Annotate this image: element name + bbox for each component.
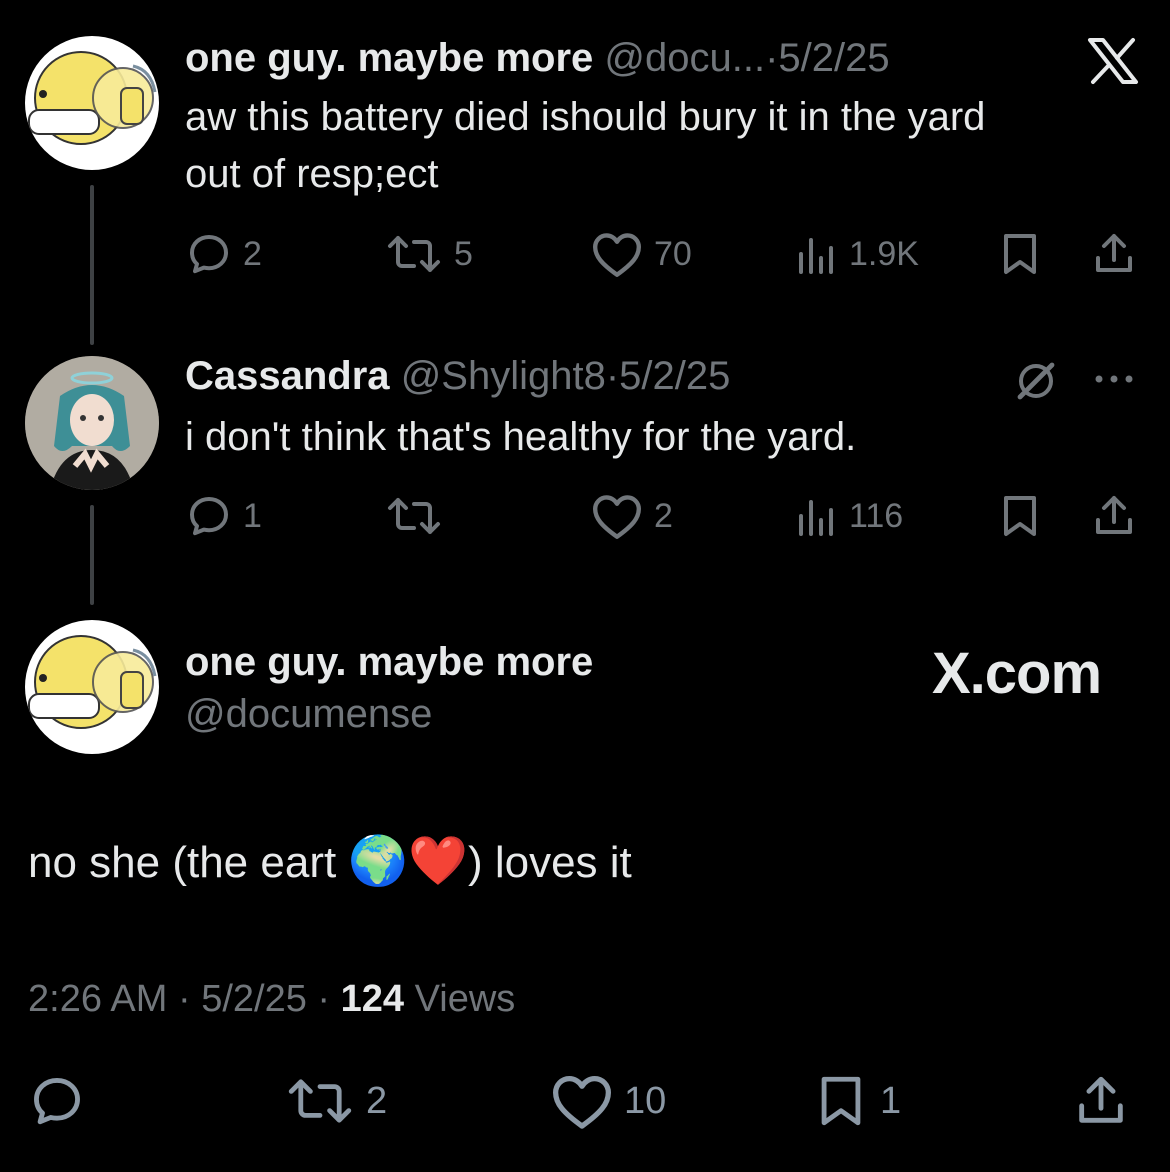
views-label: Views xyxy=(414,978,516,1020)
repost-button[interactable]: 5 xyxy=(384,230,473,278)
views-icon xyxy=(799,500,833,536)
main-post-text: no she (the eart 🌍❤️) loves it xyxy=(28,834,632,891)
like-count: 10 xyxy=(624,1079,667,1122)
reply-button[interactable]: 2 xyxy=(185,230,262,278)
share-icon xyxy=(1079,1076,1123,1123)
post-meta: 2:26 AM · 5/2/25 · 124 Views xyxy=(28,978,515,1021)
like-button[interactable]: 70 xyxy=(590,230,692,278)
tweet1-header: one guy. maybe more @docu...·5/2/25 xyxy=(185,36,890,81)
thread-line-1 xyxy=(90,185,94,345)
emoji: 🌍❤️ xyxy=(348,835,468,888)
repost-count: 2 xyxy=(366,1079,388,1122)
avatar[interactable] xyxy=(25,620,159,754)
tweet-text: i don't think that's healthy for the yar… xyxy=(185,415,857,459)
bookmark-button[interactable]: 1 xyxy=(812,1072,901,1130)
handle[interactable]: @documense xyxy=(185,692,432,737)
tweet-date[interactable]: 5/2/25 xyxy=(778,36,889,80)
share-button[interactable] xyxy=(1090,492,1138,540)
views-count: 124 xyxy=(340,978,405,1020)
share-button[interactable] xyxy=(1090,230,1138,278)
post-time[interactable]: 2:26 AM xyxy=(28,978,167,1020)
heart-icon xyxy=(593,233,641,277)
post-date[interactable]: 5/2/25 xyxy=(201,978,307,1020)
display-name[interactable]: Cassandra xyxy=(185,354,390,398)
tweet2-header: Cassandra @Shylight8·5/2/25 xyxy=(185,354,730,399)
bookmark-count: 1 xyxy=(880,1079,902,1122)
bookmark-button[interactable] xyxy=(996,230,1044,278)
tweet-text-line: aw this battery died ishould bury it in … xyxy=(185,95,986,139)
share-icon xyxy=(1096,496,1132,534)
handle[interactable]: @Shylight8 xyxy=(401,354,606,398)
reply-button[interactable]: 1 xyxy=(185,492,262,540)
bookmark-icon xyxy=(821,1076,861,1126)
x-logo-icon[interactable] xyxy=(1086,37,1140,90)
more-options-icon[interactable] xyxy=(1092,372,1140,391)
avatar[interactable] xyxy=(25,36,159,170)
views-count: 1.9K xyxy=(849,234,919,273)
views-button[interactable]: 116 xyxy=(795,492,903,540)
handle[interactable]: @docu... xyxy=(604,36,765,80)
repost-button[interactable]: 2 xyxy=(284,1072,387,1130)
share-button[interactable] xyxy=(1072,1072,1130,1130)
separator-dot: · xyxy=(177,978,191,1020)
separator-dot: · xyxy=(765,36,779,80)
reply-icon xyxy=(190,235,228,274)
tweet-text: aw this battery died ishould bury it in … xyxy=(185,89,1145,203)
bookmark-button[interactable] xyxy=(996,492,1044,540)
thread-line-2 xyxy=(90,505,94,605)
like-count: 2 xyxy=(654,496,673,535)
share-icon xyxy=(1096,234,1132,272)
reply-count: 2 xyxy=(243,234,262,273)
display-name[interactable]: one guy. maybe more xyxy=(185,36,593,80)
repost-icon xyxy=(388,498,440,534)
post-text: no she (the eart xyxy=(28,838,349,887)
reply-button[interactable] xyxy=(28,1072,86,1130)
reply-icon xyxy=(190,497,228,536)
avatar[interactable] xyxy=(25,356,159,490)
display-name[interactable]: one guy. maybe more xyxy=(185,640,593,685)
separator-dot: · xyxy=(317,978,331,1020)
separator-dot: · xyxy=(605,354,620,398)
tweet-text-line: out of resp;ect xyxy=(185,152,439,196)
repost-button[interactable] xyxy=(384,492,454,540)
repost-icon xyxy=(288,1079,352,1123)
like-count: 70 xyxy=(654,234,692,273)
brand-watermark: X.com xyxy=(932,641,1102,706)
tweet-date[interactable]: 5/2/25 xyxy=(619,354,730,398)
views-icon xyxy=(799,238,833,274)
bookmark-icon xyxy=(1004,234,1036,274)
grok-icon[interactable] xyxy=(1012,357,1060,410)
post-text: ) loves it xyxy=(467,838,632,887)
views-count: 116 xyxy=(849,496,904,535)
reply-count: 1 xyxy=(243,496,262,535)
heart-icon xyxy=(553,1075,611,1129)
repost-icon xyxy=(388,236,440,272)
reply-icon xyxy=(34,1078,80,1125)
views-button[interactable]: 1.9K xyxy=(795,230,919,278)
repost-count: 5 xyxy=(454,234,473,273)
like-button[interactable]: 10 xyxy=(550,1072,666,1130)
heart-icon xyxy=(593,495,641,539)
like-button[interactable]: 2 xyxy=(590,492,673,540)
bookmark-icon xyxy=(1004,496,1036,536)
